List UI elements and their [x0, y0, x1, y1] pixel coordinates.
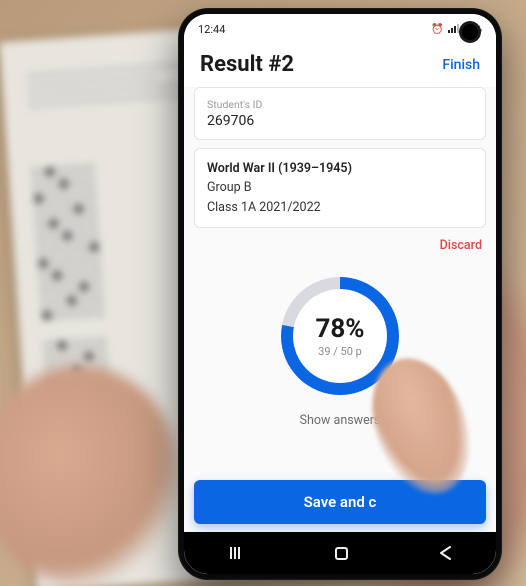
- page-title: Result #2: [200, 52, 294, 77]
- finish-button[interactable]: Finish: [442, 57, 480, 73]
- signal-icon: [448, 25, 458, 33]
- status-time: 12:44: [198, 23, 225, 36]
- student-id-label: Student's ID: [207, 98, 473, 111]
- alarm-icon: ⏰: [431, 24, 443, 35]
- test-class: Class 1A 2021/2022: [207, 198, 473, 217]
- phone-frame: 12:44 ⏰ 43% Result #2 Finish Student's I…: [178, 8, 502, 580]
- camera-cutout: [462, 24, 478, 40]
- test-title: World War II (1939–1945): [207, 161, 352, 176]
- show-answers-button[interactable]: Show answers: [300, 413, 381, 428]
- test-info-card[interactable]: World War II (1939–1945) Group B Class 1…: [194, 148, 486, 228]
- nav-back-icon[interactable]: [439, 546, 451, 560]
- nav-home-icon[interactable]: [335, 547, 348, 560]
- score-percent: 78%: [315, 314, 364, 344]
- score-points: 39 / 50 p: [315, 345, 364, 358]
- discard-button[interactable]: Discard: [194, 236, 486, 259]
- student-id-card[interactable]: Student's ID 269706: [194, 87, 486, 140]
- app-header: Result #2 Finish: [184, 44, 496, 87]
- test-group: Group B: [207, 178, 473, 197]
- status-bar: 12:44 ⏰ 43%: [184, 14, 496, 44]
- nav-recent-icon[interactable]: [230, 547, 244, 559]
- phone-screen: 12:44 ⏰ 43% Result #2 Finish Student's I…: [184, 14, 496, 574]
- android-nav-bar: [184, 532, 496, 574]
- student-id-value: 269706: [207, 113, 473, 129]
